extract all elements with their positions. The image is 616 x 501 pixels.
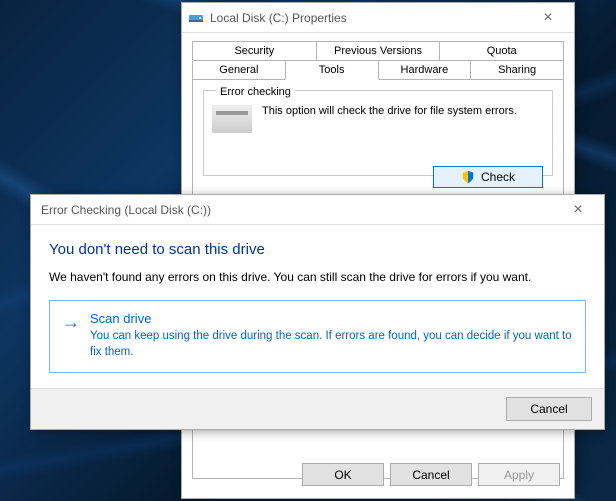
group-title: Error checking [216,86,295,98]
properties-titlebar: Local Disk (C:) Properties × [182,3,574,33]
apply-button: Apply [478,463,560,486]
properties-footer: OK Cancel Apply [302,463,560,486]
error-checking-description: This option will check the drive for fil… [262,105,544,133]
scan-drive-option[interactable]: → Scan drive You can keep using the driv… [49,300,586,373]
heading: You don't need to scan this drive [49,241,586,258]
error-checking-footer: Cancel [31,388,604,429]
tab-hardware[interactable]: Hardware [378,60,472,80]
check-button[interactable]: Check [433,166,543,188]
cancel-button[interactable]: Cancel [506,397,592,421]
close-icon[interactable]: × [528,9,568,27]
check-button-label: Check [481,170,515,184]
tab-general[interactable]: General [192,60,286,80]
drive-image-icon [212,105,252,133]
drive-icon [188,10,204,26]
error-checking-group: Error checking This option will check th… [203,90,553,176]
close-icon[interactable]: × [558,201,598,219]
ok-button[interactable]: OK [302,463,384,486]
tab-tools[interactable]: Tools [285,60,379,80]
error-checking-title: Error Checking (Local Disk (C:)) [37,203,558,217]
tab-sharing[interactable]: Sharing [470,60,564,80]
message: We haven't found any errors on this driv… [49,270,586,284]
error-checking-titlebar: Error Checking (Local Disk (C:)) × [31,195,604,225]
error-checking-dialog: Error Checking (Local Disk (C:)) × You d… [30,194,605,430]
arrow-right-icon: → [62,313,80,360]
scan-drive-description: You can keep using the drive during the … [90,328,573,360]
shield-icon [461,170,475,184]
properties-title: Local Disk (C:) Properties [210,11,528,25]
tab-security[interactable]: Security [192,41,317,60]
tab-previous-versions[interactable]: Previous Versions [316,41,441,60]
error-checking-body: You don't need to scan this drive We hav… [31,225,604,389]
tab-strip: Security Previous Versions Quota General… [182,33,574,80]
cancel-button[interactable]: Cancel [390,463,472,486]
scan-drive-title: Scan drive [90,311,573,326]
tab-quota[interactable]: Quota [439,41,564,60]
